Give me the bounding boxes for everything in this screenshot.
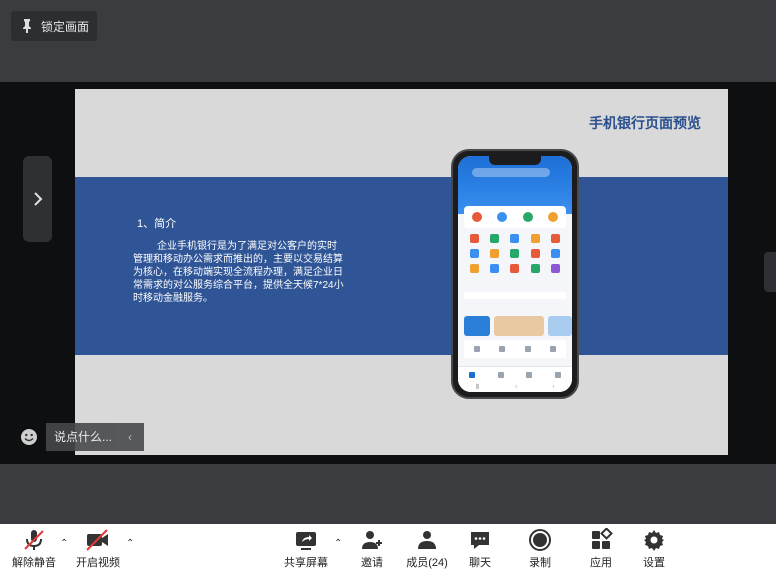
phone-notch xyxy=(489,156,541,165)
camera-off-icon xyxy=(86,529,108,551)
apps-button[interactable]: 应用 xyxy=(583,528,619,570)
lock-screen-label: 锁定画面 xyxy=(41,19,90,34)
app-tab-bar xyxy=(458,366,572,382)
unmute-button[interactable]: 解除静音 xyxy=(8,528,60,570)
add-person-icon xyxy=(362,531,382,549)
start-video-button[interactable]: 开启视频 xyxy=(72,528,124,570)
meeting-toolbar: 解除静音 ⌃ 开启视频 ⌃ 共享屏幕 ⌃ 邀请 成员(24) 聊天 录制 应用 … xyxy=(0,524,776,575)
intro-paragraph: 企业手机银行是为了满足对公客户的实时管理和移动办公需求而推出的，主要以交易结算为… xyxy=(133,241,344,304)
phone-mockup: ||| ○ ‹ xyxy=(451,149,579,399)
smile-icon[interactable] xyxy=(20,428,38,446)
app-promo-1 xyxy=(464,316,490,336)
share-options-caret[interactable]: ⌃ xyxy=(334,538,342,549)
chat-input-box[interactable]: 说点什么... ‹ xyxy=(10,423,152,451)
app-notice-bar xyxy=(464,292,566,299)
gear-icon xyxy=(644,530,664,551)
pin-icon xyxy=(23,19,31,33)
invite-label: 邀请 xyxy=(361,557,383,569)
app-function-grid xyxy=(464,234,566,273)
collapse-panel-button[interactable] xyxy=(23,156,52,242)
app-search-bar xyxy=(472,168,550,177)
chat-input[interactable]: 说点什么... xyxy=(46,423,116,451)
app-promo-3 xyxy=(548,316,572,336)
chat-label: 聊天 xyxy=(469,557,491,569)
chat-collapse-button[interactable]: ‹ xyxy=(116,423,144,451)
slide-title: 手机银行页面预览 xyxy=(589,115,701,131)
app-promo-2 xyxy=(494,316,544,336)
app-service-row xyxy=(464,340,566,358)
right-panel-handle[interactable] xyxy=(764,252,776,292)
share-screen-label: 共享屏幕 xyxy=(284,557,328,569)
people-icon xyxy=(418,531,436,549)
members-label: 成员(24) xyxy=(406,557,448,569)
top-bar: 锁定画面 xyxy=(0,0,776,82)
share-screen-icon xyxy=(296,532,316,550)
members-button[interactable]: 成员(24) xyxy=(400,528,454,570)
presentation-slide: 手机银行页面预览 1、简介 企业手机银行是为了满足对公客户的实时管理和移动办公需… xyxy=(75,89,728,455)
chat-button[interactable]: 聊天 xyxy=(462,528,498,570)
apps-icon xyxy=(592,528,613,549)
record-button[interactable]: 录制 xyxy=(522,528,558,570)
chevron-right-icon xyxy=(33,192,42,206)
audio-options-caret[interactable]: ⌃ xyxy=(60,538,68,549)
mic-off-icon xyxy=(24,530,44,550)
video-options-caret[interactable]: ⌃ xyxy=(126,538,134,549)
settings-button[interactable]: 设置 xyxy=(636,528,672,570)
chat-bubble-icon xyxy=(471,532,489,549)
record-icon xyxy=(529,529,551,551)
lock-screen-button[interactable]: 锁定画面 xyxy=(11,11,97,41)
share-screen-button[interactable]: 共享屏幕 xyxy=(280,528,332,570)
invite-button[interactable]: 邀请 xyxy=(352,528,392,570)
unmute-label: 解除静音 xyxy=(12,557,56,569)
record-label: 录制 xyxy=(529,557,551,569)
stage-bottom-bar xyxy=(0,464,776,524)
start-video-label: 开启视频 xyxy=(76,557,120,569)
settings-label: 设置 xyxy=(643,557,665,569)
app-quick-card xyxy=(464,206,566,228)
phone-nav-bar: ||| ○ ‹ xyxy=(458,382,572,392)
phone-screen: ||| ○ ‹ xyxy=(458,156,572,392)
section-heading: 1、简介 xyxy=(137,218,177,230)
apps-label: 应用 xyxy=(590,557,612,569)
